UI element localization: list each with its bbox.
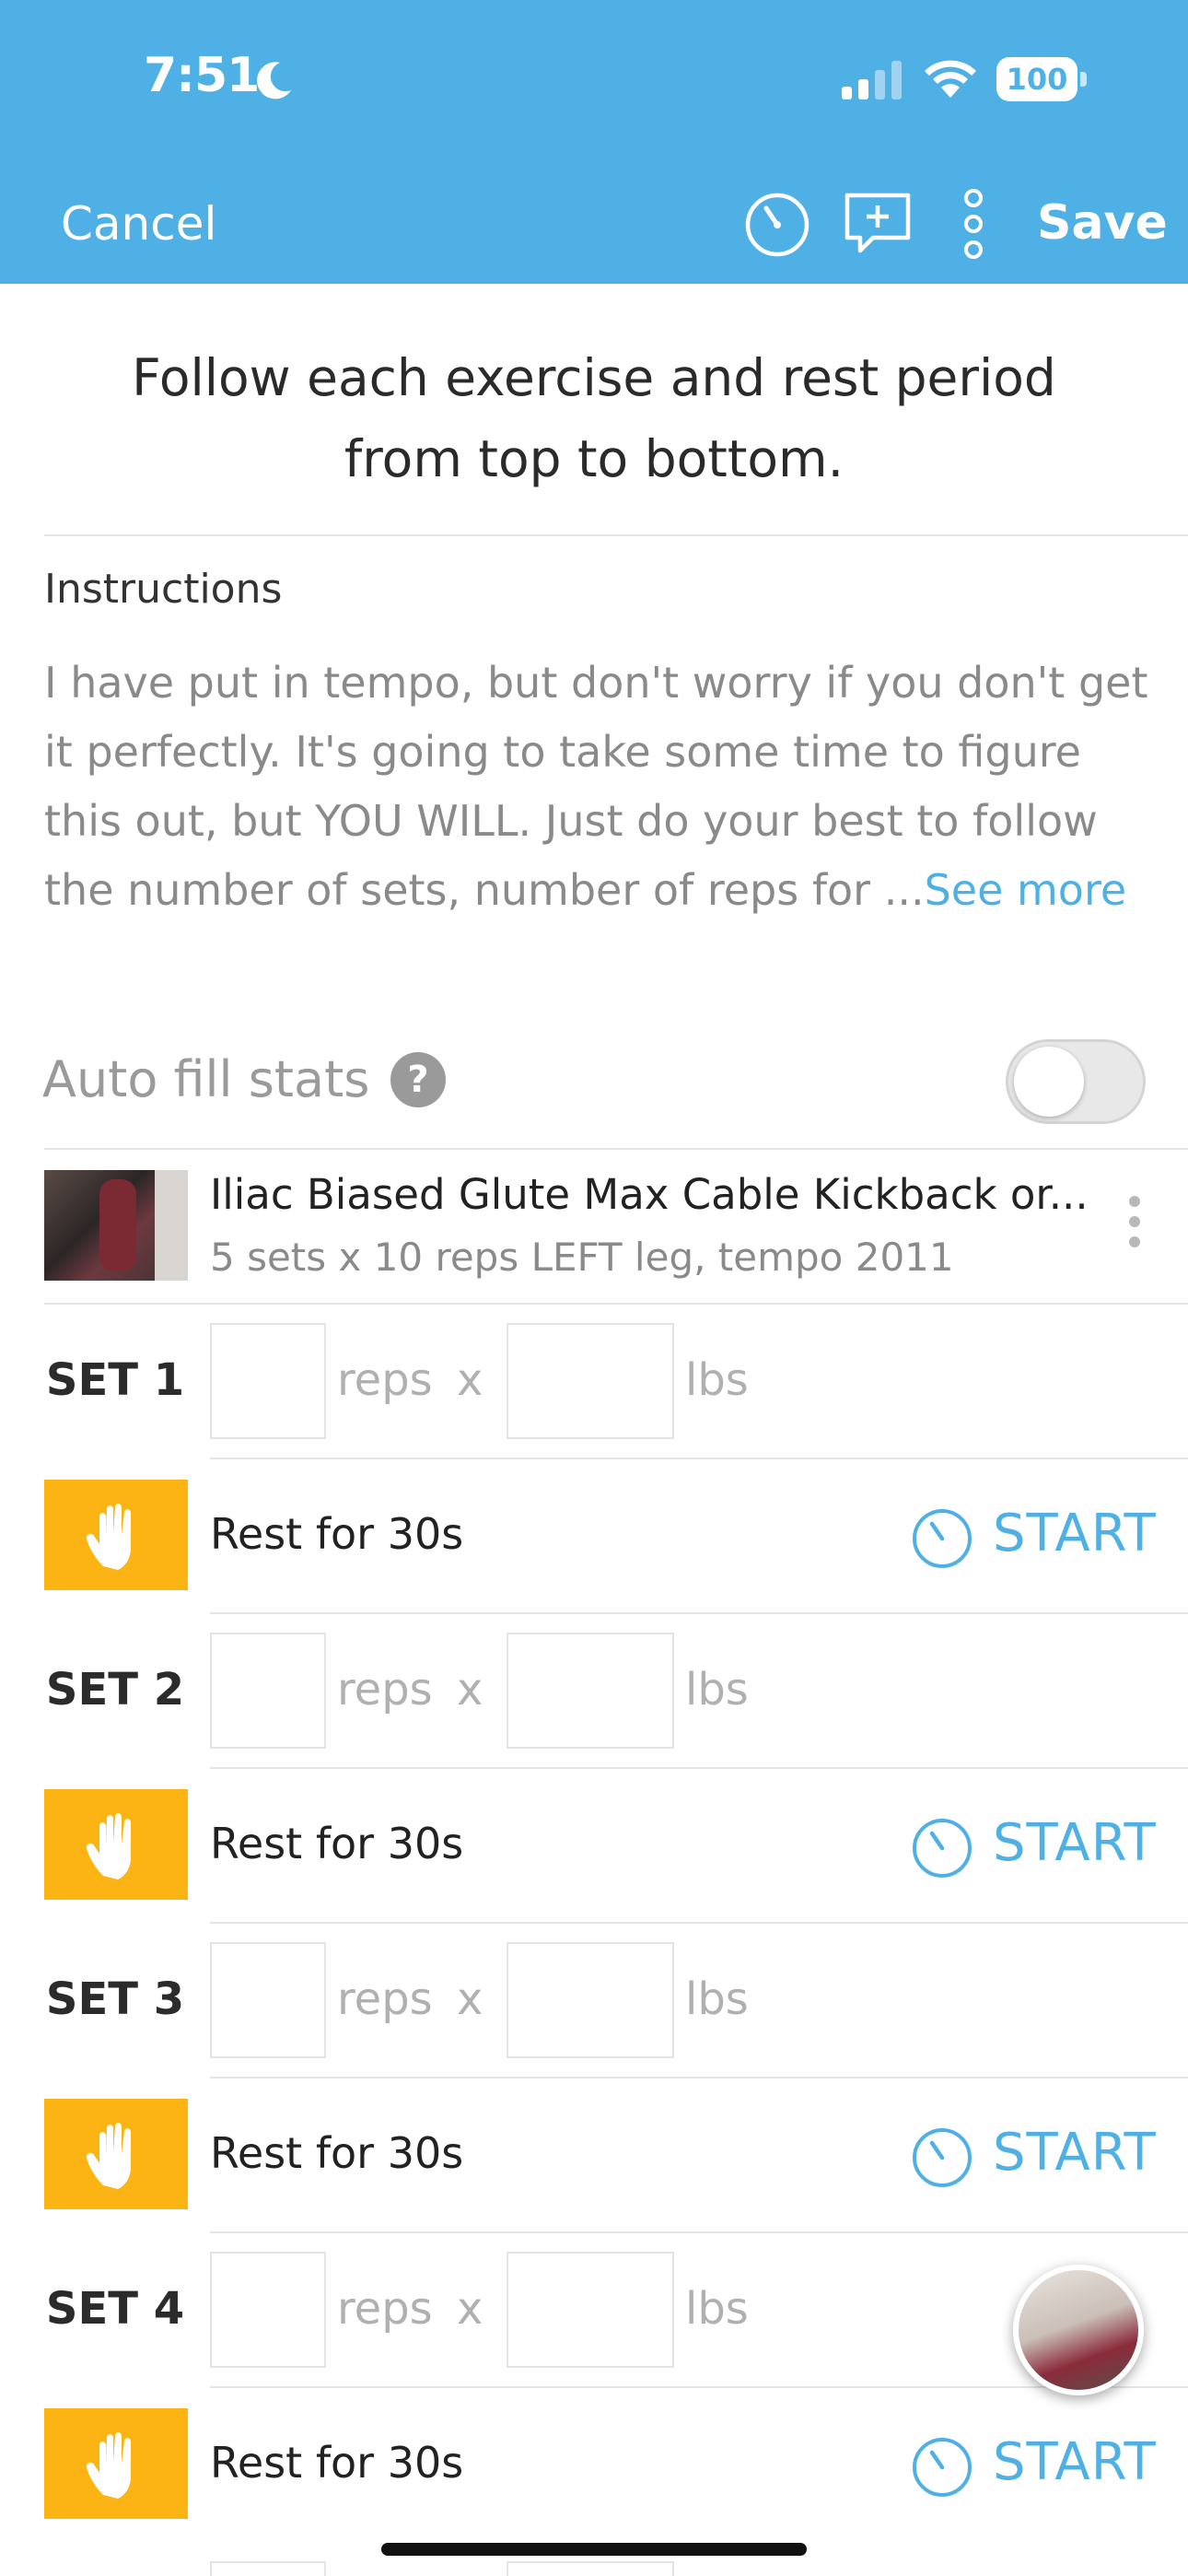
reps-input[interactable] [210, 1323, 326, 1439]
reps-input[interactable] [210, 1942, 326, 2058]
start-rest-button[interactable]: START [910, 1500, 1156, 1574]
floating-video-thumbnail[interactable] [1013, 2265, 1144, 2395]
more-vertical-icon[interactable] [961, 188, 985, 260]
reps-unit: reps [337, 1664, 433, 1715]
intro-text: Follow each exercise and rest period fro… [132, 348, 1056, 488]
help-icon[interactable]: ? [390, 1052, 446, 1107]
divider [44, 534, 1188, 536]
start-label: START [993, 2432, 1157, 2492]
weight-unit: lbs [685, 1354, 749, 1406]
start-label: START [993, 1813, 1157, 1873]
weight-unit: lbs [685, 1664, 749, 1715]
reps-input[interactable] [210, 1633, 326, 1749]
start-rest-button[interactable]: START [910, 2119, 1156, 2193]
divider [210, 1922, 1188, 1924]
reps-unit: reps [337, 2283, 433, 2335]
header-bar: 7:51 100 Cancel Save [0, 0, 1188, 284]
toggle-knob [1014, 1047, 1084, 1117]
start-label: START [993, 2123, 1157, 2183]
timer-icon [913, 1819, 972, 1878]
reps-input[interactable] [210, 2252, 326, 2368]
reps-unit: reps [337, 1973, 433, 2025]
set-label: SET 2 [45, 1664, 185, 1715]
times-sign: x [457, 1354, 483, 1406]
timer-icon [913, 1509, 972, 1568]
cancel-button[interactable]: Cancel [61, 197, 216, 251]
weight-input[interactable] [507, 1633, 674, 1749]
auto-fill-toggle[interactable] [1006, 1039, 1146, 1124]
weight-unit: lbs [685, 2283, 749, 2335]
timer-icon [913, 2128, 972, 2187]
divider [210, 2077, 1188, 2078]
weight-input[interactable] [507, 1942, 674, 2058]
timer-icon[interactable] [742, 188, 812, 258]
times-sign: x [457, 1664, 483, 1715]
set-label: SET 4 [45, 2283, 185, 2335]
set-label: SET 3 [45, 1973, 185, 2025]
wifi-icon [925, 60, 976, 98]
start-rest-button[interactable]: START [910, 2429, 1156, 2502]
times-sign: x [457, 2283, 483, 2335]
rest-icon [44, 1789, 188, 1900]
exercise-title[interactable]: Iliac Biased Glute Max Cable Kickback or… [210, 1170, 1085, 1219]
rest-icon [44, 2099, 188, 2209]
rest-text: Rest for 30s [210, 2438, 464, 2488]
set-label: SET 1 [45, 1354, 185, 1406]
rest-text: Rest for 30s [210, 1509, 464, 1559]
weight-unit: lbs [685, 1973, 749, 2025]
see-more-link[interactable]: See more [925, 865, 1127, 915]
exercise-subtitle: 5 sets x 10 reps LEFT leg, tempo 2011 [210, 1235, 954, 1280]
start-label: START [993, 1504, 1157, 1563]
reps-unit: reps [337, 1354, 433, 1406]
hand-icon [86, 1504, 131, 1570]
divider [44, 1303, 1188, 1305]
weight-input[interactable] [507, 2561, 674, 2576]
rest-icon [44, 2408, 188, 2519]
rest-icon [44, 1480, 188, 1590]
divider [210, 2231, 1188, 2233]
battery-icon: 100 [996, 57, 1087, 101]
divider [210, 1458, 1188, 1459]
divider [210, 2386, 1188, 2388]
times-sign: x [457, 1973, 483, 2025]
home-indicator [381, 2543, 807, 2556]
hand-icon [86, 2432, 131, 2499]
add-comment-icon[interactable] [842, 192, 914, 256]
rest-text: Rest for 30s [210, 1819, 464, 1868]
exercise-thumbnail[interactable] [44, 1170, 188, 1281]
save-button[interactable]: Save [1037, 195, 1168, 251]
weight-input[interactable] [507, 2252, 674, 2368]
hand-icon [86, 1813, 131, 1879]
auto-fill-label: Auto fill stats [42, 1050, 370, 1108]
divider [210, 1767, 1188, 1769]
start-rest-button[interactable]: START [910, 1809, 1156, 1883]
instructions-title: Instructions [44, 566, 283, 613]
status-time: 7:51 [144, 48, 260, 103]
weight-input[interactable] [507, 1323, 674, 1439]
battery-level: 100 [996, 57, 1077, 101]
divider [210, 1612, 1188, 1614]
instructions-text: I have put in tempo, but don't worry if … [44, 649, 1149, 925]
divider [44, 1148, 1188, 1150]
exercise-more-icon[interactable] [1125, 1196, 1144, 1257]
hand-icon [86, 2123, 131, 2189]
moon-icon [257, 62, 291, 100]
cellular-signal-icon [842, 61, 902, 100]
timer-icon [913, 2438, 972, 2497]
reps-input[interactable] [210, 2561, 326, 2576]
rest-text: Rest for 30s [210, 2128, 464, 2178]
